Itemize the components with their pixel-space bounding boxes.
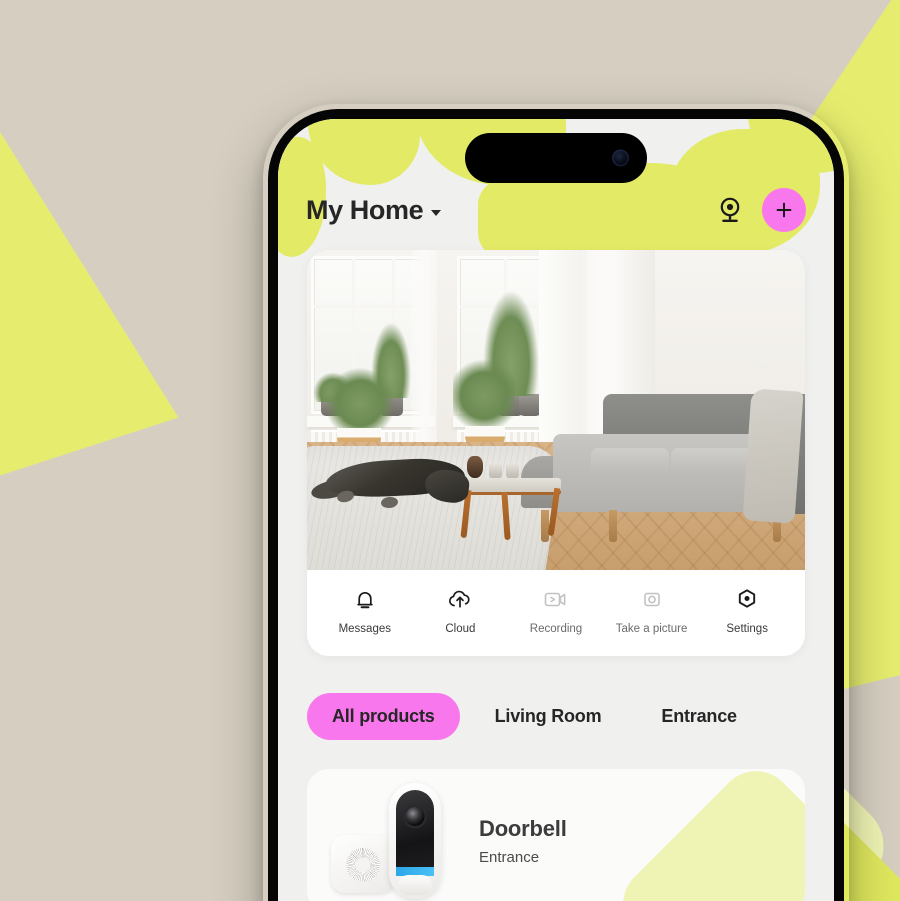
- scene-sofa-leg: [609, 510, 617, 542]
- camera-action-bar: Messages Cloud Recording Take a picture …: [307, 570, 805, 657]
- silent-switch-button[interactable]: [260, 236, 264, 266]
- bell-icon: [353, 586, 377, 612]
- action-messages[interactable]: Messages: [317, 586, 413, 636]
- home-name-label: My Home: [306, 194, 424, 225]
- action-label: Messages: [338, 623, 391, 635]
- scene-throw-blanket: [742, 388, 804, 524]
- cloud-upload-icon: [447, 586, 473, 612]
- volume-up-button[interactable]: [259, 300, 264, 356]
- action-settings[interactable]: Settings: [699, 586, 795, 636]
- product-info: Doorbell Entrance: [479, 816, 567, 866]
- product-card-doorbell[interactable]: Doorbell Entrance: [307, 769, 805, 901]
- chime-speaker-grill: [346, 848, 380, 883]
- action-cloud[interactable]: Cloud: [413, 586, 509, 636]
- card-decoration-shape: [607, 769, 805, 901]
- webcam-icon[interactable]: [714, 194, 746, 226]
- doorbell-product-image: [329, 783, 457, 899]
- doorbell-face: [396, 790, 434, 876]
- camera-card[interactable]: Messages Cloud Recording Take a picture …: [307, 250, 805, 657]
- filter-chip-living-room[interactable]: Living Room: [470, 693, 627, 740]
- scene-candle: [489, 463, 502, 478]
- scene-plant: [321, 366, 399, 428]
- home-selector[interactable]: My Home: [306, 194, 442, 226]
- gear-hex-icon: [735, 586, 759, 612]
- product-filter-chips: All products Living Room Entrance: [307, 693, 834, 740]
- product-name: Doorbell: [479, 816, 567, 841]
- video-camera-icon: [541, 586, 571, 612]
- scene-cushion: [671, 448, 757, 474]
- volume-down-button[interactable]: [259, 370, 264, 426]
- phone-device: My Home Messages Cloud Recording Take a …: [263, 104, 849, 901]
- add-device-button[interactable]: [762, 188, 806, 232]
- power-button[interactable]: [848, 326, 853, 418]
- action-recording[interactable]: Recording: [508, 586, 604, 636]
- scene-plant: [453, 350, 515, 426]
- chime-unit: [331, 835, 395, 893]
- scene-sofa-leg: [541, 510, 549, 542]
- filter-chip-entrance[interactable]: Entrance: [636, 693, 761, 740]
- action-label: Recording: [529, 623, 583, 635]
- action-take-picture[interactable]: Take a picture: [604, 586, 700, 636]
- header-actions: [714, 188, 806, 232]
- scene-plant-pot: [519, 394, 541, 416]
- doorbell-press-button: [398, 875, 432, 895]
- scene-candle: [506, 463, 519, 478]
- photo-camera-icon: [640, 586, 664, 612]
- chevron-down-icon: [431, 209, 442, 216]
- filter-chip-all-products[interactable]: All products: [307, 693, 460, 740]
- scene-vase: [467, 456, 483, 478]
- action-label: Settings: [726, 623, 768, 635]
- plus-icon: [776, 202, 792, 218]
- smart-home-app: My Home Messages Cloud Recording Take a …: [278, 119, 834, 901]
- action-label: Cloud: [445, 623, 476, 635]
- poster-background: My Home Messages Cloud Recording Take a …: [0, 0, 900, 901]
- phone-screen: My Home Messages Cloud Recording Take a …: [278, 119, 834, 901]
- product-room: Entrance: [479, 849, 540, 866]
- doorbell-camera-lens: [405, 807, 425, 826]
- scene-cushion: [591, 448, 669, 474]
- camera-live-feed[interactable]: [307, 250, 805, 570]
- doorbell-unit: [389, 783, 441, 899]
- front-camera-icon: [612, 149, 629, 167]
- dynamic-island: [465, 133, 647, 183]
- app-header: My Home: [278, 181, 834, 239]
- action-label: Take a picture: [615, 623, 688, 635]
- scene-coffee-table: [457, 478, 561, 492]
